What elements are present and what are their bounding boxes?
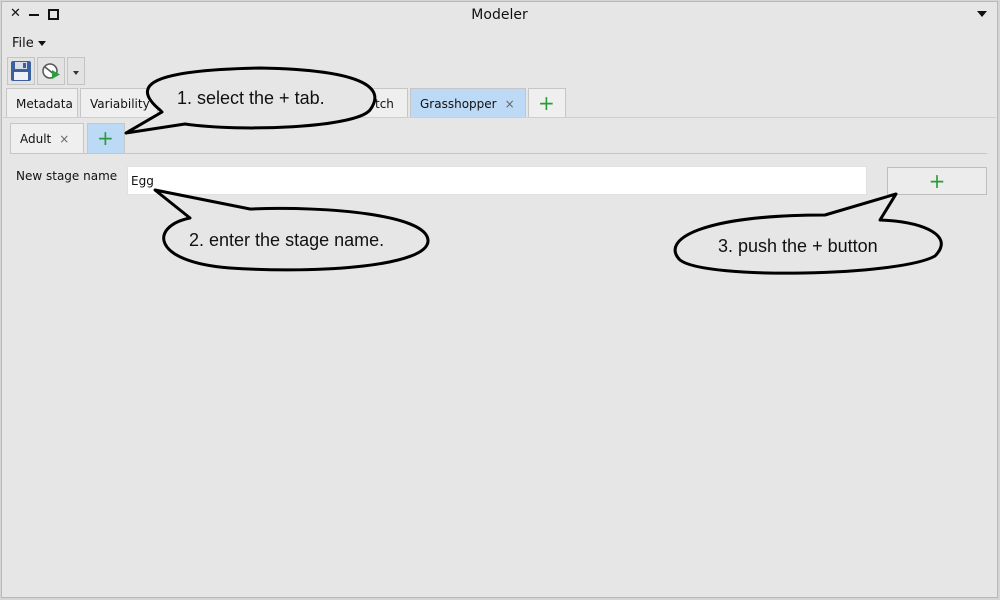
callout-3-text: 3. push the + button (718, 236, 878, 256)
callout-1-text: 1. select the + tab. (177, 88, 325, 108)
annotation-layer (124, 66, 943, 275)
callout-2-text: 2. enter the stage name. (189, 230, 385, 250)
callout-3-bubble (673, 192, 943, 275)
